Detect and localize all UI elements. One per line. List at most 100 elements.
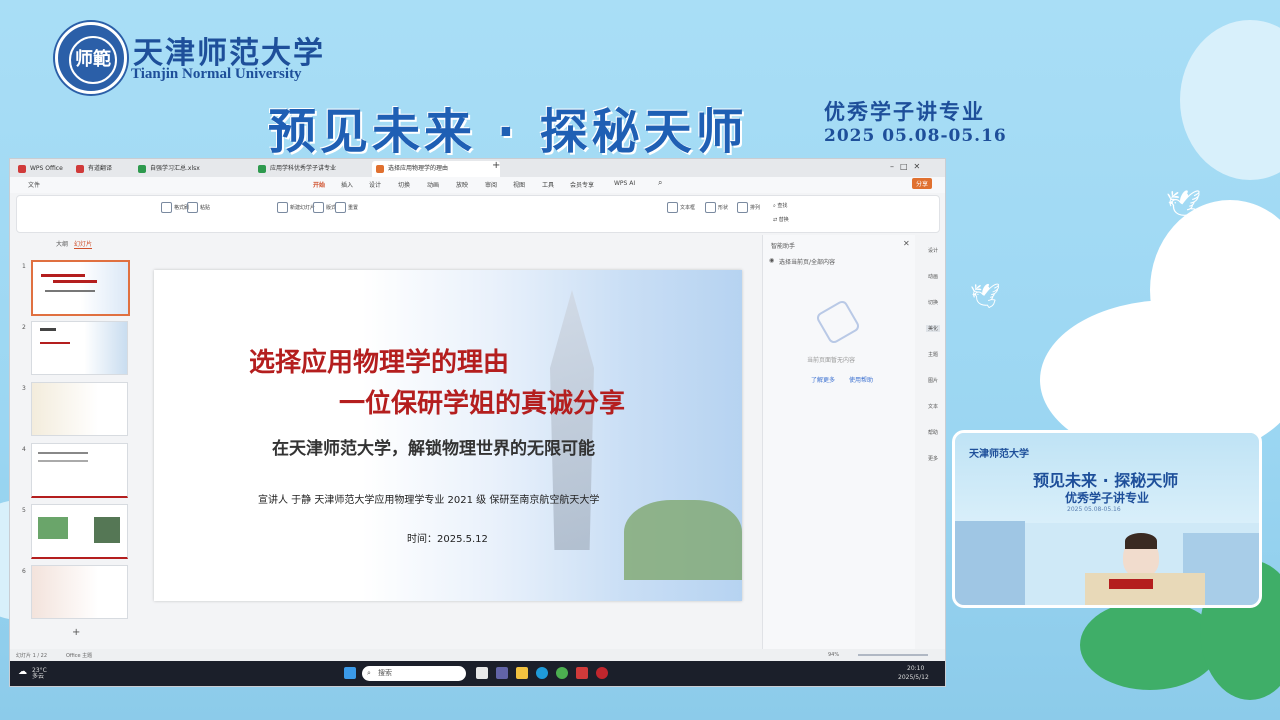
clock-time: 20:10 [907,665,925,672]
location-icon: ◉ [769,257,775,264]
speaker-hair [1125,533,1157,549]
menu-slideshow[interactable]: 放映 [456,180,468,189]
thumb-number: 6 [22,568,26,575]
menu-insert[interactable]: 插入 [341,180,353,189]
replace-button[interactable]: ⇄ 替换 [773,216,789,223]
building-illustration [955,521,1025,605]
rbar-text[interactable]: 文本 [926,403,940,410]
thumbnail-slide-3[interactable] [31,382,128,436]
spreadsheet-icon [138,165,146,173]
rbar-more[interactable]: 更多 [926,455,940,462]
podium [1085,573,1205,605]
learn-more-link[interactable]: 了解更多 [811,375,835,384]
window-controls[interactable]: –□✕ [890,162,926,171]
wps-icon [18,165,26,173]
tab-xlsx[interactable]: 自强学习汇总.xlsx [134,161,266,177]
rbar-image[interactable]: 图片 [926,377,940,384]
add-slide-button[interactable]: + [72,627,80,638]
bird-icon: 🕊 [970,282,1001,310]
thumb-number: 5 [22,507,26,514]
menu-transition[interactable]: 切换 [398,180,410,189]
banner-title: 预见未来 · 探秘天师 [268,104,748,160]
search-icon[interactable]: ⌕ [658,178,662,188]
wps-icon[interactable] [576,667,588,679]
camera-title: 预见未来 · 探秘天师 [1033,471,1179,490]
btn-label: 形状 [718,205,729,211]
banner-date: 2025 05.08-05.16 [824,126,1007,146]
new-tab-button[interactable]: + [492,160,500,171]
new-slide-button[interactable]: 新建幻灯片 [277,202,315,213]
menu-view[interactable]: 视图 [513,180,525,189]
windows-start-icon[interactable] [344,667,356,679]
find-button[interactable]: ⌕ 查找 [773,202,787,209]
menu-animation[interactable]: 动画 [427,180,439,189]
arrange-button[interactable]: 排列 [737,202,760,213]
current-slide[interactable]: 选择应用物理学的理由 一位保研学姐的真诚分享 在天津师范大学，解锁物理世界的无限… [154,270,742,601]
assistant-hint[interactable]: 选择当前页/全部内容 [779,257,835,266]
menu-bar: 文件 开始 插入 设计 切换 动画 放映 审阅 视图 工具 会员专享 WPS A… [10,177,945,193]
slide-count: 幻灯片 1 / 22 [16,653,47,659]
thumb-text-bar [38,460,88,462]
rbar-theme[interactable]: 主题 [926,351,940,358]
teams-icon[interactable] [496,667,508,679]
slide-subtitle: 在天津师范大学，解锁物理世界的无限可能 [272,439,595,459]
rbar-help[interactable]: 帮助 [926,429,940,436]
format-painter-button[interactable]: 格式刷 [161,202,189,213]
arrange-icon [737,202,748,213]
tab-sheet2[interactable]: 应用学科优秀学子讲专业 [254,161,380,177]
rbar-transition[interactable]: 切换 [926,299,940,306]
thumbnail-slide-2[interactable] [31,321,128,375]
task-view-icon[interactable] [476,667,488,679]
university-logo-text: 师範 [69,36,117,84]
btn-label: 粘贴 [200,205,211,211]
menu-file[interactable]: 文件 [28,180,40,189]
trees-image [624,500,742,580]
file-explorer-icon[interactable] [516,667,528,679]
presentation-app-icon[interactable] [596,667,608,679]
tab-outline[interactable]: 大纲 [56,239,68,248]
search-icon: ⌕ [367,669,371,677]
edge-browser-icon[interactable] [536,667,548,679]
speaker-camera: 天津师范大学 预见未来 · 探秘天师 优秀学子讲专业 2025 05.08-05… [952,430,1262,608]
close-icon[interactable]: ✕ [903,239,910,248]
clock-date: 2025/5/12 [898,674,929,681]
slide-title-line2: 一位保研学姐的真诚分享 [339,389,626,419]
shape-button[interactable]: 形状 [705,202,728,213]
thumbnail-slide-1[interactable] [31,260,130,316]
paste-button[interactable]: 粘贴 [187,202,210,213]
rbar-beautify[interactable]: 美化 [926,325,940,332]
textbox-button[interactable]: 文本框 [667,202,695,213]
camera-logo-text: 天津师范大学 [969,449,1029,460]
menu-design[interactable]: 设计 [369,180,381,189]
chrome-icon[interactable] [556,667,568,679]
menu-tools[interactable]: 工具 [542,180,554,189]
help-link[interactable]: 使用帮助 [849,375,873,384]
layout-icon [313,202,324,213]
taskbar-search[interactable]: ⌕ 搜索 [362,666,466,681]
thumbnail-slide-6[interactable] [31,565,128,619]
thumb-text-bar [38,452,88,454]
search-placeholder: 搜索 [378,669,392,677]
reset-button[interactable]: 重置 [335,202,358,213]
thumb-number: 1 [22,263,26,270]
rbar-animation[interactable]: 动画 [926,273,940,280]
shared-screen: WPS Office 有道翻译 自强学习汇总.xlsx 应用学科优秀学子讲专业 … [9,158,946,687]
layout-button[interactable]: 版式 [313,202,336,213]
menu-review[interactable]: 审阅 [485,180,497,189]
thumb-title-bar [41,274,85,277]
thumb-title-bar [53,280,97,283]
menu-member[interactable]: 会员专享 [570,180,594,189]
share-button[interactable]: 分享 [912,178,933,189]
menu-home[interactable]: 开始 [313,180,325,189]
thumbnail-slide-5[interactable] [31,504,128,559]
tab-ppt[interactable]: 选择应用物理学的理由 [372,161,500,177]
tab-slides[interactable]: 幻灯片 [74,239,93,249]
rbar-design[interactable]: 设计 [926,247,940,254]
zoom-level[interactable]: 94% [828,652,839,658]
ribbon: 格式刷 粘贴 新建幻灯片 版式 重置 文本框 形状 排列 ⌕ 查找 ⇄ 替换 [16,195,940,233]
zoom-slider[interactable] [858,654,928,656]
youdao-icon [76,165,84,173]
camera-subtitle: 优秀学子讲专业 [1065,491,1150,505]
thumbnail-slide-4[interactable] [31,443,128,498]
menu-wps-ai[interactable]: WPS AI [614,180,635,187]
